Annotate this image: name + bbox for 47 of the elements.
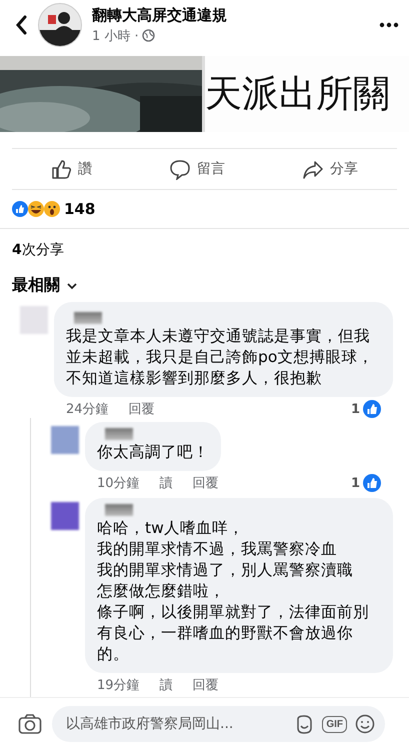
gif-button[interactable]: GIF [322,716,347,732]
comment-time: 24分鐘 [66,401,109,418]
comment-icon [170,158,190,180]
comment-line: 我的開單求情不過，我罵警察冷血 [97,539,338,560]
reply-link[interactable]: 回覆 [128,400,155,418]
like-badge-icon [363,400,381,418]
redacted-name [105,428,133,440]
like-reaction-icon [12,201,28,217]
reply-link[interactable]: 回覆 [192,474,219,492]
comment-text: 我是文章本人未遵守交通號誌是事實，但我並未超載，我只是自己誇飾po文想搏眼球，不知道這樣影響到那麼多人，很抱歉 [66,327,374,387]
like-button[interactable]: 讚 [47,154,96,184]
comment-line: 條子啊，以後開單就對了，法律面前別有良心，一群嗜血的野獸不會放過你的。 [97,602,370,665]
like-link[interactable]: 讀 [160,676,173,694]
comment-time: 19分鐘 [97,677,140,694]
like-count: 1 [350,476,360,490]
comment-line: 哈哈，tw人嗜血咩， [97,518,245,539]
like-badge-icon [363,474,381,492]
comment-line: 怎麼做怎麼錯啦， [97,581,226,602]
more-icon[interactable] [379,20,399,30]
like-icon [51,158,71,180]
comment-time: 10分鐘 [97,475,140,492]
redacted-name [105,504,133,516]
chevron-down-icon[interactable] [66,280,78,290]
wow-reaction-icon [44,201,60,217]
comment-button[interactable]: 留言 [166,154,229,184]
page-name[interactable]: 翻轉大高屏交通違規 [92,6,369,24]
reply-link[interactable]: 回覆 [192,676,219,694]
reaction-count[interactable]: 148 [64,200,96,218]
sort-label[interactable]: 最相關 [12,275,60,296]
globe-icon [142,29,155,42]
back-icon[interactable] [14,14,28,36]
page-avatar[interactable] [38,3,82,47]
sticker-icon[interactable] [295,714,314,734]
like-count: 1 [350,402,360,416]
like-link[interactable]: 讀 [160,474,173,492]
share-button[interactable]: 分享 [299,154,362,184]
emoji-icon[interactable] [355,714,375,734]
redacted-name [74,312,102,324]
comment-text: 你太高調了吧！ [97,443,209,461]
post-image-text: 天派出所關 [205,71,390,117]
camera-icon[interactable] [18,713,42,735]
laugh-reaction-icon [28,201,44,217]
share-icon [303,158,323,180]
comment-input[interactable]: 以高雄市政府警察局岡山... GIF [52,706,385,742]
post-time: 1 小時 · [92,28,139,44]
share-count[interactable]: 4次分享 [0,229,409,269]
comment-line: 我的開單求情過了，別人罵警察瀆職 [97,560,354,581]
